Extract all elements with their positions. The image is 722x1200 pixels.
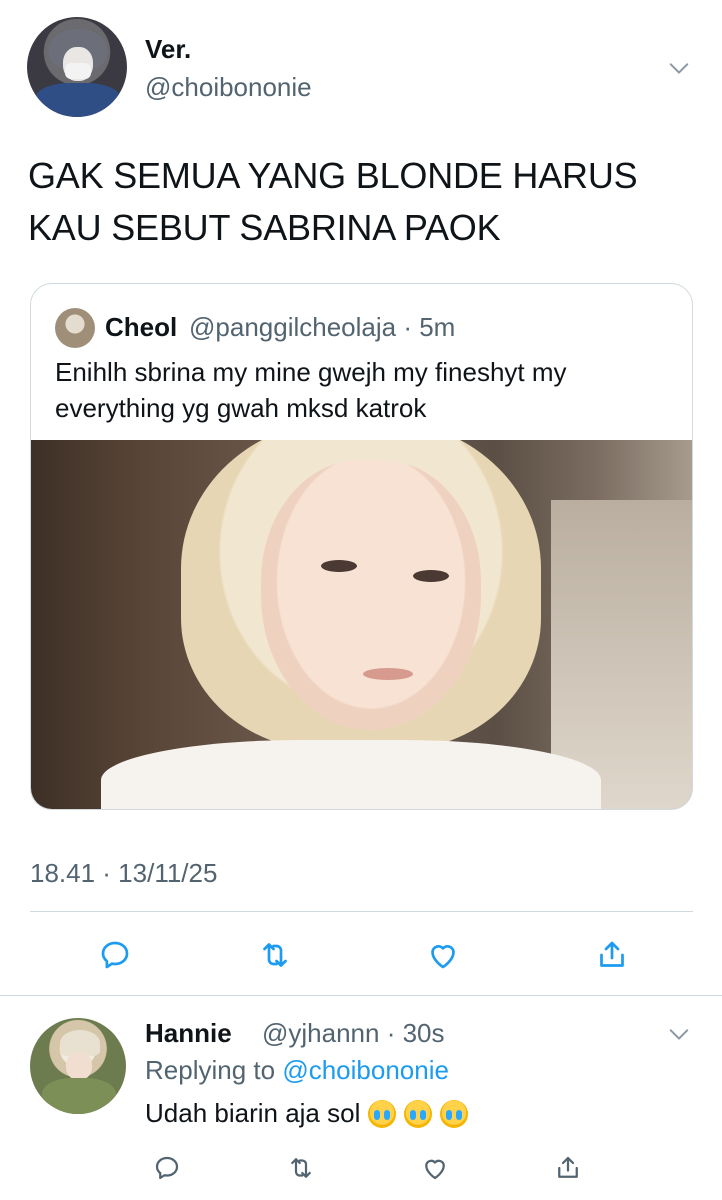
timestamp-divider <box>30 911 693 912</box>
like-icon[interactable] <box>413 1146 457 1190</box>
quoted-author-display-name[interactable]: Cheol <box>105 312 177 343</box>
author-display-name[interactable]: Ver. <box>145 34 191 65</box>
retweet-icon[interactable] <box>279 1146 323 1190</box>
share-icon[interactable] <box>546 1146 590 1190</box>
chevron-down-icon[interactable] <box>668 1023 690 1045</box>
reply-age: · 30s <box>386 1018 445 1048</box>
chevron-down-icon[interactable] <box>668 57 690 79</box>
loudly-crying-face-icon <box>440 1099 469 1128</box>
author-avatar[interactable] <box>27 17 127 117</box>
photo-eye-right <box>413 570 449 582</box>
quoted-text-line-2: everything yg gwah mksd katrok <box>55 393 427 423</box>
loudly-crying-face-icon <box>404 1099 433 1128</box>
like-icon[interactable] <box>421 933 465 977</box>
reply-text-content: Udah biarin aja sol <box>145 1098 361 1128</box>
tweet-actions-bar <box>0 925 722 985</box>
reply-author-avatar[interactable] <box>30 1018 126 1114</box>
section-divider <box>0 995 722 996</box>
reply-icon[interactable] <box>145 1146 189 1190</box>
replying-to-line: Replying to @choibononie <box>145 1055 449 1086</box>
author-handle[interactable]: @choibononie <box>145 72 312 103</box>
quoted-tweet-photo[interactable] <box>31 440 692 809</box>
avatar-body <box>42 1078 116 1114</box>
photo-shirt <box>101 740 601 809</box>
quoted-author-avatar[interactable] <box>55 308 95 348</box>
reply-icon[interactable] <box>93 933 137 977</box>
avatar-body <box>35 83 121 117</box>
retweet-icon[interactable] <box>253 933 297 977</box>
reply-actions-bar <box>0 1140 722 1200</box>
tweet-text-line-1: GAK SEMUA YANG BLONDE HARUS <box>28 155 638 196</box>
quoted-text-line-1: Enihlh sbrina my mine gwejh my fineshyt … <box>55 357 567 387</box>
photo-face <box>261 460 481 730</box>
tweet-text-line-2: KAU SEBUT SABRINA PAOK <box>28 207 501 248</box>
avatar-mask <box>65 63 91 79</box>
quoted-age: · 5m <box>403 312 456 342</box>
quoted-handle-text: @panggilcheolaja <box>189 312 397 342</box>
quoted-author-handle[interactable]: @panggilcheolaja · 5m <box>189 312 455 343</box>
tweet-text: GAK SEMUA YANG BLONDE HARUS KAU SEBUT SA… <box>28 150 698 254</box>
tweet-timestamp[interactable]: 18.41 · 13/11/25 <box>30 858 217 889</box>
quoted-tweet-card[interactable]: Cheol @panggilcheolaja · 5m Enihlh sbrin… <box>30 283 693 810</box>
replying-to-mention[interactable]: @choibononie <box>282 1055 449 1085</box>
reply-author-display-name[interactable]: Hannie <box>145 1018 232 1049</box>
loudly-crying-face-icon <box>368 1099 397 1128</box>
reply-author-handle[interactable]: @yjhannn · 30s <box>262 1018 445 1049</box>
avatar-face <box>66 1052 92 1080</box>
photo-eye-left <box>321 560 357 572</box>
reply-text: Udah biarin aja sol <box>145 1098 469 1129</box>
reply-handle-text: @yjhannn <box>262 1018 380 1048</box>
photo-lips <box>363 668 413 680</box>
share-icon[interactable] <box>590 933 634 977</box>
quoted-tweet-text: Enihlh sbrina my mine gwejh my fineshyt … <box>55 354 675 426</box>
replying-to-prefix: Replying to <box>145 1055 276 1085</box>
